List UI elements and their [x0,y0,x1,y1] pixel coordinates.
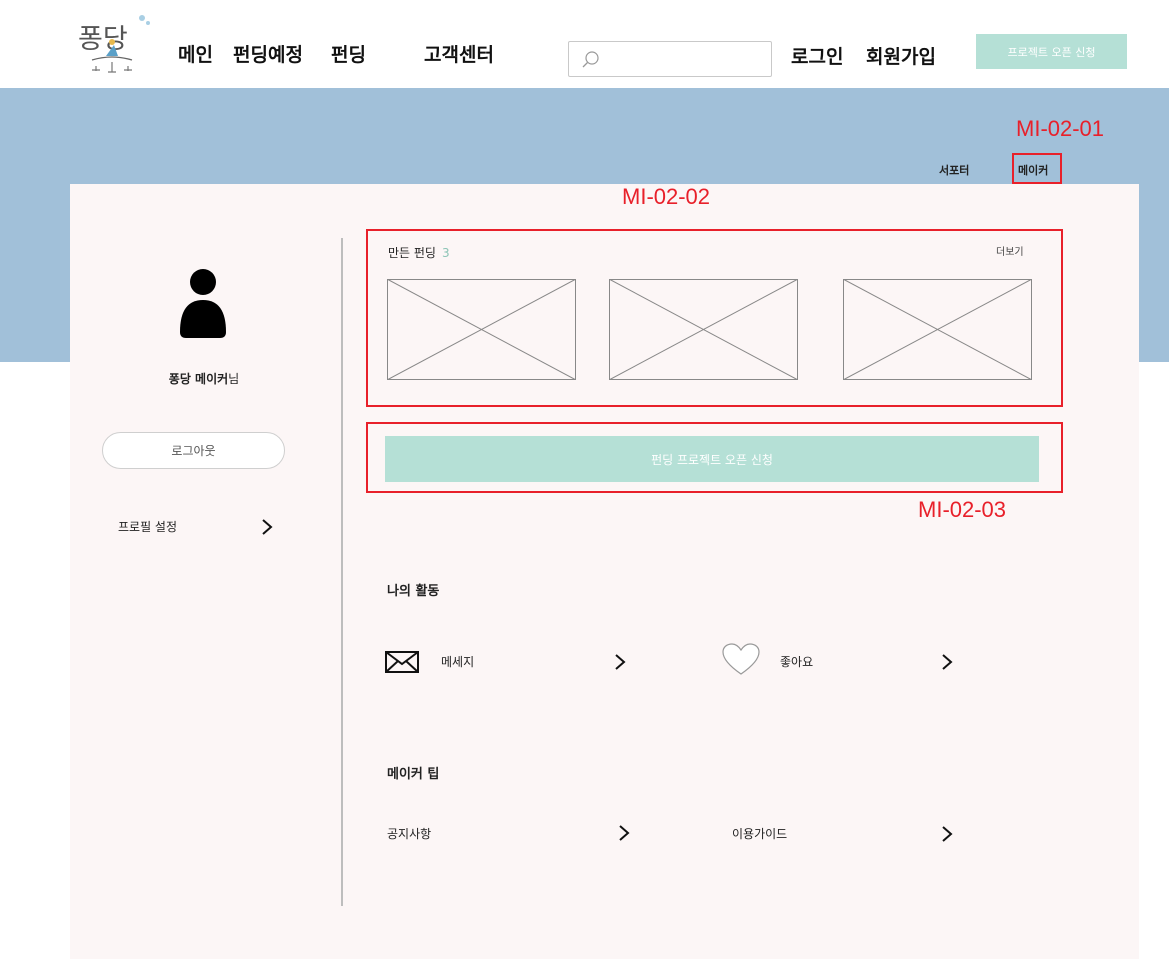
nav-upcoming-funding[interactable]: 펀딩예정 [233,40,303,67]
search-icon[interactable] [581,50,601,70]
project-open-request-button[interactable]: 프로젝트 오픈 신청 [976,34,1127,69]
nav-customer-center[interactable]: 고객센터 [424,40,494,67]
login-link[interactable]: 로그인 [791,42,843,69]
more-link[interactable]: 더보기 [996,243,1024,258]
logout-button[interactable]: 로그아웃 [102,432,285,469]
tips-item-notice[interactable]: 공지사항 [387,817,637,851]
chevron-right-icon [617,823,631,843]
search-box[interactable] [568,41,772,77]
logo-text: 퐁당 [78,24,128,55]
annotation-label-mi-02-01: MI-02-01 [1016,116,1105,141]
site-logo[interactable]: 퐁당 [78,14,158,76]
signup-link[interactable]: 회원가입 [866,42,936,69]
logo-image: 퐁당 [78,15,150,73]
activity-item-label: 메세지 [441,655,475,669]
profile-name: 퐁당 메이커님 [130,370,278,387]
tips-item-label: 이용가이드 [732,827,788,841]
activity-item-message[interactable]: 메세지 [385,645,635,679]
activity-section-title: 나의 활동 [387,584,440,599]
nav-main[interactable]: 메인 [178,40,213,67]
tips-item-guide[interactable]: 이용가이드 [732,817,982,851]
chevron-right-icon [940,652,954,672]
funding-thumbnail[interactable] [387,279,576,380]
made-funding-title-text: 만든 펀딩 [388,246,436,260]
chevron-right-icon [260,517,274,537]
vertical-divider [341,238,343,906]
activity-item-likes[interactable]: 좋아요 [722,643,972,679]
funding-thumbnail[interactable] [843,279,1032,380]
annotation-box-mi-02-01 [1012,153,1062,184]
annotation-label-mi-02-02: MI-02-02 [622,184,711,209]
annotation-label-mi-02-03: MI-02-03 [918,497,1007,522]
heart-icon [722,643,760,677]
search-input[interactable] [609,43,771,77]
maker-tips-section-title: 메이커 팁 [387,767,440,782]
envelope-icon [385,651,419,673]
profile-settings-link[interactable]: 프로필 설정 [118,514,278,540]
profile-settings-label: 프로필 설정 [118,520,178,534]
tab-supporter[interactable]: 서포터 [939,162,969,178]
tips-item-label: 공지사항 [387,827,432,841]
avatar-icon [180,268,226,338]
profile-name-text: 퐁당 메이커 [168,372,229,386]
made-funding-title: 만든 펀딩 3 [388,244,450,261]
funding-project-open-button[interactable]: 펀딩 프로젝트 오픈 신청 [385,436,1039,482]
chevron-right-icon [940,824,954,844]
activity-item-label: 좋아요 [780,655,814,669]
chevron-right-icon [613,652,627,672]
profile-name-suffix: 님 [228,372,240,386]
made-funding-count: 3 [441,246,450,260]
funding-thumbnail[interactable] [609,279,798,380]
nav-funding[interactable]: 펀딩 [331,40,366,67]
